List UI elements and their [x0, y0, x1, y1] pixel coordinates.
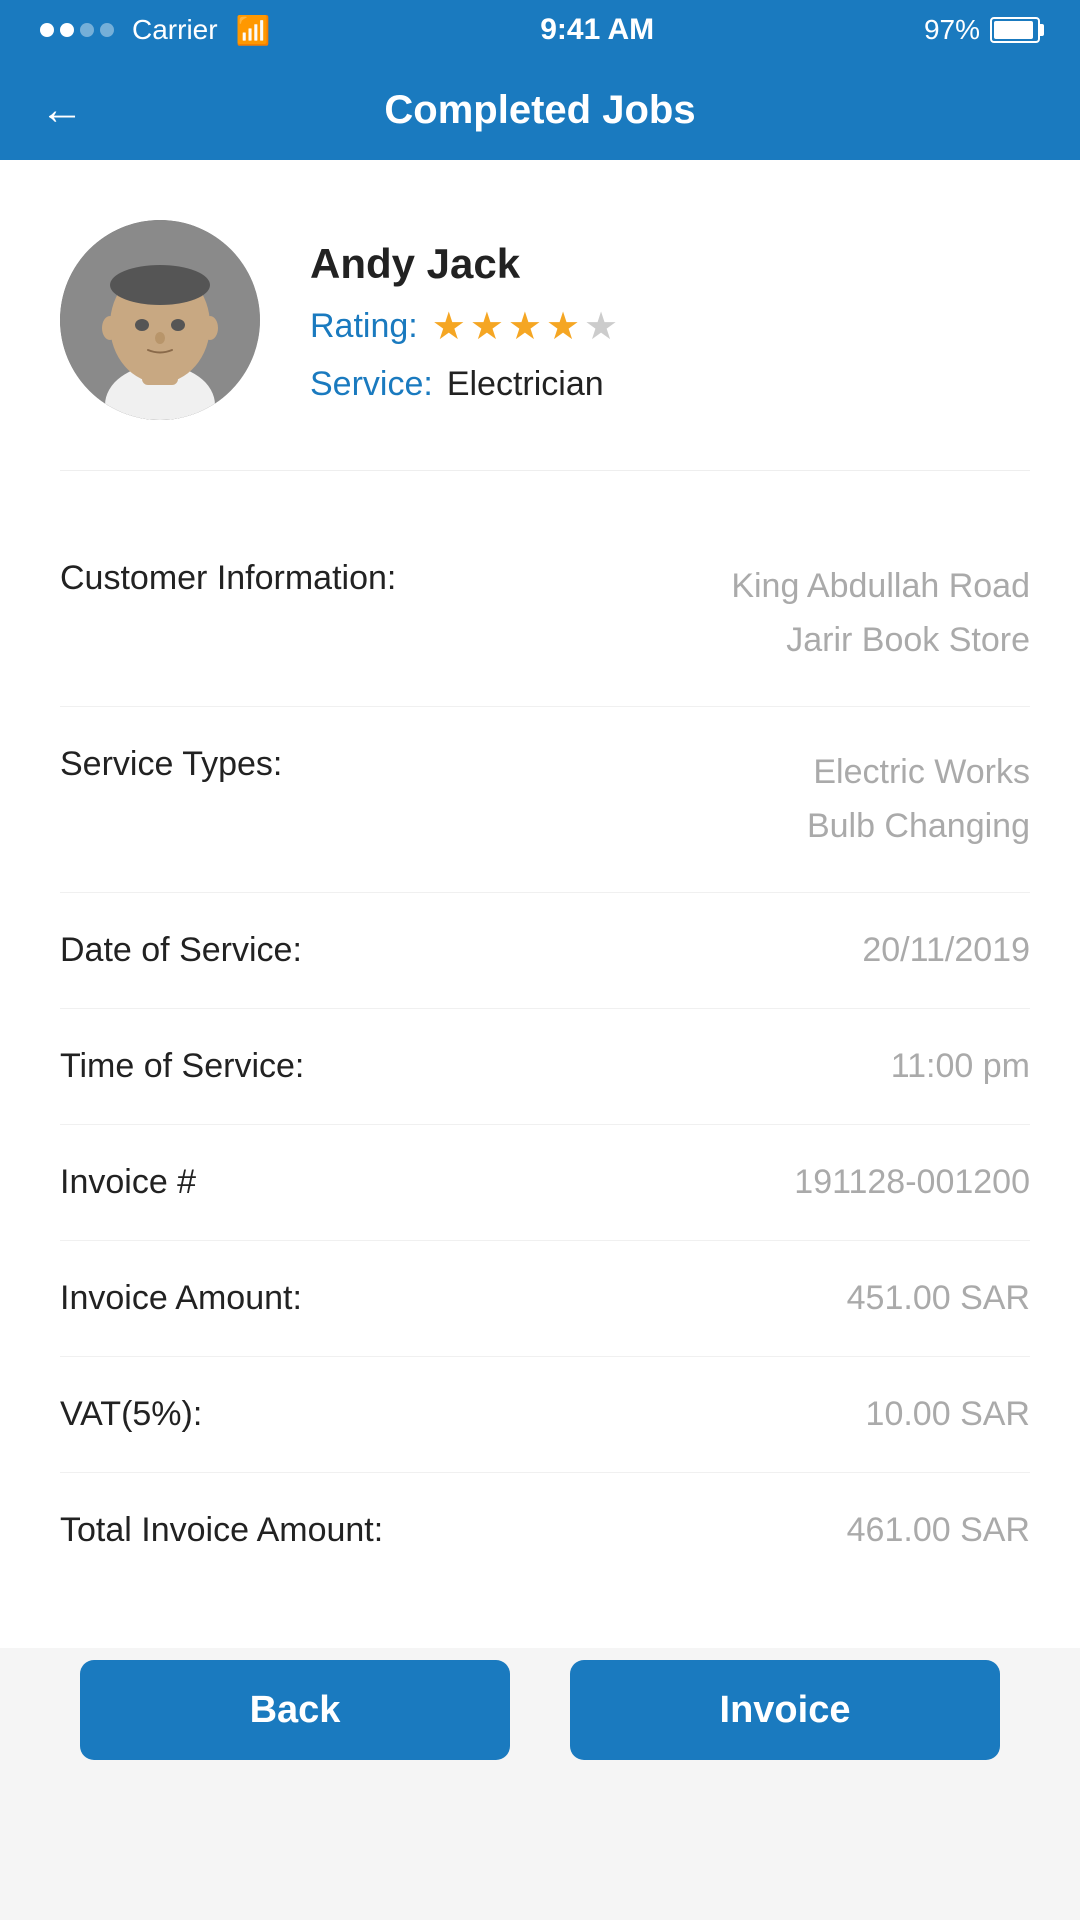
invoice-amount-row: Invoice Amount: 451.00 SAR [60, 1241, 1030, 1357]
service-types-label: Service Types: [60, 745, 282, 784]
invoice-button[interactable]: Invoice [570, 1660, 1000, 1760]
battery-area: 97% [924, 14, 1040, 46]
rating-label: Rating: [310, 307, 418, 346]
total-invoice-label: Total Invoice Amount: [60, 1511, 383, 1550]
back-arrow-icon: ← [40, 85, 84, 135]
signal-dot-1 [40, 23, 54, 37]
vat-row: VAT(5%): 10.00 SAR [60, 1357, 1030, 1473]
status-left: Carrier 📶 [40, 14, 270, 47]
battery-fill [994, 21, 1033, 39]
profile-rating: Rating: ★ ★ ★ ★ ★ [310, 304, 618, 349]
date-of-service-label: Date of Service: [60, 931, 302, 970]
star-2: ★ [470, 304, 504, 349]
star-1: ★ [432, 304, 466, 349]
wifi-icon: 📶 [236, 14, 271, 47]
service-types-value: Electric Works Bulb Changing [807, 745, 1030, 854]
time-of-service-label: Time of Service: [60, 1047, 304, 1086]
signal-dots [40, 23, 114, 37]
info-section: Customer Information: King Abdullah Road… [60, 521, 1030, 1588]
header: ← Completed Jobs [0, 60, 1080, 160]
date-of-service-value: 20/11/2019 [862, 931, 1030, 970]
customer-info-value: King Abdullah Road Jarir Book Store [731, 559, 1030, 668]
battery-icon [990, 17, 1040, 43]
star-3: ★ [508, 304, 542, 349]
battery-percent: 97% [924, 14, 980, 46]
time-of-service-value: 11:00 pm [891, 1047, 1030, 1086]
invoice-number-value: 191128-001200 [794, 1163, 1030, 1202]
profile-name: Andy Jack [310, 240, 618, 288]
customer-info-row: Customer Information: King Abdullah Road… [60, 521, 1030, 707]
profile-section: Andy Jack Rating: ★ ★ ★ ★ ★ Service: Ele… [60, 220, 1030, 471]
bottom-buttons: Back Invoice [0, 1660, 1080, 1760]
vat-value: 10.00 SAR [866, 1395, 1030, 1434]
avatar [60, 220, 260, 420]
back-button[interactable]: Back [80, 1660, 510, 1760]
profile-service: Service: Electrician [310, 365, 618, 404]
avatar-image [60, 220, 260, 420]
signal-dot-2 [60, 23, 74, 37]
time-display: 9:41 AM [540, 13, 654, 47]
invoice-amount-label: Invoice Amount: [60, 1279, 302, 1318]
stars-container: ★ ★ ★ ★ ★ [432, 304, 618, 349]
page-title: Completed Jobs [384, 88, 695, 133]
vat-label: VAT(5%): [60, 1395, 202, 1434]
star-4: ★ [546, 304, 580, 349]
signal-dot-4 [100, 23, 114, 37]
service-types-row: Service Types: Electric Works Bulb Chang… [60, 707, 1030, 893]
total-invoice-row: Total Invoice Amount: 461.00 SAR [60, 1473, 1030, 1588]
signal-dot-3 [80, 23, 94, 37]
back-arrow-button[interactable]: ← [40, 85, 84, 135]
invoice-amount-value: 451.00 SAR [847, 1279, 1030, 1318]
invoice-number-label: Invoice # [60, 1163, 196, 1202]
service-value: Electrician [447, 365, 604, 404]
service-label: Service: [310, 365, 433, 404]
content-area: Andy Jack Rating: ★ ★ ★ ★ ★ Service: Ele… [0, 160, 1080, 1648]
time-of-service-row: Time of Service: 11:00 pm [60, 1009, 1030, 1125]
profile-info: Andy Jack Rating: ★ ★ ★ ★ ★ Service: Ele… [310, 220, 618, 404]
date-of-service-row: Date of Service: 20/11/2019 [60, 893, 1030, 1009]
customer-info-label: Customer Information: [60, 559, 396, 598]
status-bar: Carrier 📶 9:41 AM 97% [0, 0, 1080, 60]
star-5: ★ [584, 304, 618, 349]
total-invoice-value: 461.00 SAR [847, 1511, 1030, 1550]
invoice-number-row: Invoice # 191128-001200 [60, 1125, 1030, 1241]
carrier-label: Carrier [132, 14, 218, 46]
